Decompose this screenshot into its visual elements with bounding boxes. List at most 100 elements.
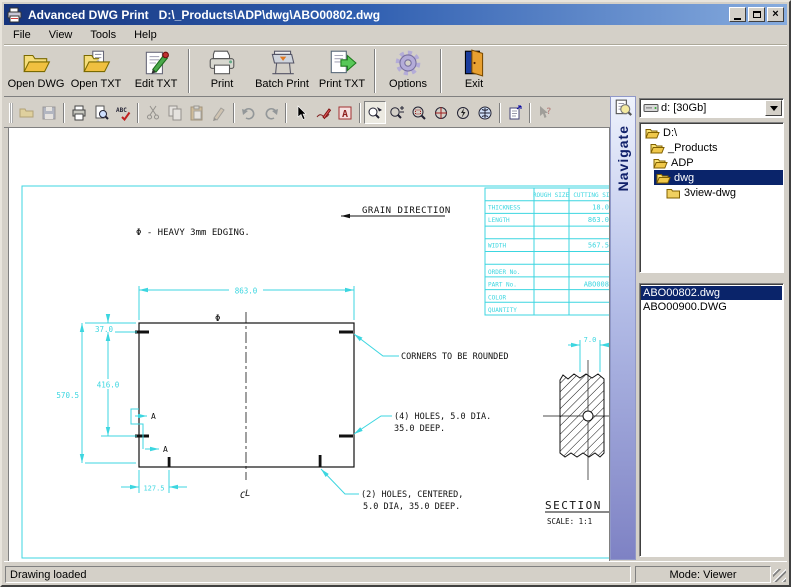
zoom-window-button[interactable]	[408, 101, 430, 124]
zoom-in-out-button[interactable]	[386, 101, 408, 124]
holes2-note: (2) HOLES, CENTERED, 5.0 DIA, 35.0 DEEP.	[321, 469, 463, 512]
svg-text:416.0: 416.0	[97, 381, 120, 390]
menu-tools[interactable]: Tools	[81, 27, 125, 43]
svg-text:CORNERS TO BE ROUNDED: CORNERS TO BE ROUNDED	[401, 352, 508, 362]
toolbar-separator	[137, 103, 139, 123]
menu-view[interactable]: View	[40, 27, 82, 43]
svg-text:THICKNESS: THICKNESS	[488, 205, 521, 212]
svg-text:GRAIN DIRECTION: GRAIN DIRECTION	[362, 206, 451, 216]
print-txt-label: Print TXT	[319, 78, 365, 90]
dimension-top-offset: 37.0	[92, 314, 137, 341]
options-button[interactable]: Options	[378, 46, 438, 96]
cut-button[interactable]	[142, 101, 164, 124]
spell-check-button[interactable]: ABC	[112, 101, 134, 124]
edit-txt-label: Edit TXT	[135, 78, 178, 90]
file-item-selected[interactable]: ABO00802.dwg	[641, 286, 782, 300]
copy-icon	[167, 105, 183, 121]
print-small-button[interactable]	[68, 101, 90, 124]
sheet-border	[22, 186, 609, 558]
menu-file[interactable]: File	[4, 27, 40, 43]
print-txt-button[interactable]: Print TXT	[312, 46, 372, 96]
paste-icon	[189, 105, 205, 121]
toolbar-grip[interactable]	[9, 103, 13, 123]
zoom-previous-icon	[455, 105, 471, 121]
tree-item-3view-dwg[interactable]: 3view-dwg	[640, 185, 783, 200]
resize-grip[interactable]	[773, 569, 786, 582]
section-view: 7.0 SECTION A SCALE: 1:1	[543, 336, 609, 526]
exit-button[interactable]: Exit	[444, 46, 504, 96]
tree-item-adp[interactable]: ADP	[640, 155, 783, 170]
print-button[interactable]: Print	[192, 46, 252, 96]
status-mode: Mode: Viewer	[635, 566, 771, 583]
draw-pen-icon	[315, 105, 331, 121]
tree-item-dwg-selected[interactable]: dwg	[640, 170, 783, 185]
open-button[interactable]	[16, 101, 38, 124]
print-icon	[71, 105, 87, 121]
navigate-tab[interactable]: Navigate	[610, 96, 636, 560]
svg-text:570.5: 570.5	[56, 391, 79, 400]
tree-item-products[interactable]: _Products	[640, 140, 783, 155]
context-help-button[interactable]: ?	[534, 101, 556, 124]
svg-text:L: L	[245, 489, 250, 499]
edging-note: Φ - HEAVY 3mm EDGING.	[136, 228, 250, 238]
app-window: Advanced DWG Print D:\_Products\ADP\dwg\…	[0, 0, 791, 587]
undo-button[interactable]	[238, 101, 260, 124]
paste-button[interactable]	[186, 101, 208, 124]
dimension-height: 570.5	[56, 323, 136, 463]
edit-txt-button[interactable]: Edit TXT	[126, 46, 186, 96]
chevron-down-icon	[770, 106, 778, 111]
properties-button[interactable]	[504, 101, 526, 124]
file-item[interactable]: ABO00900.DWG	[641, 300, 782, 314]
batch-print-button[interactable]: Batch Print	[252, 46, 312, 96]
maximize-button[interactable]	[748, 7, 765, 22]
select-tool-button[interactable]	[290, 101, 312, 124]
plotter-icon	[267, 49, 297, 77]
print-label: Print	[211, 78, 234, 90]
zoom-realtime-icon	[367, 105, 383, 121]
closed-folder-icon	[666, 187, 681, 199]
svg-text:567.5: 567.5	[588, 242, 609, 250]
draw-tool-button[interactable]	[312, 101, 334, 124]
menu-bar: File View Tools Help	[4, 25, 787, 45]
open-txt-button[interactable]: Open TXT	[66, 46, 126, 96]
pan-button[interactable]	[474, 101, 496, 124]
zoom-previous-button[interactable]	[452, 101, 474, 124]
open-dwg-button[interactable]: Open DWG	[6, 46, 66, 96]
close-button[interactable]: ×	[767, 7, 784, 22]
toolbar-separator	[188, 49, 190, 93]
zoom-in-out-icon	[389, 105, 405, 121]
dimension-inner-height: 416.0	[91, 332, 137, 436]
section-title: SECTION A	[545, 499, 609, 512]
svg-text:ROUGH SIZE: ROUGH SIZE	[533, 192, 570, 199]
minimize-button[interactable]	[729, 7, 746, 22]
format-brush-icon	[211, 105, 227, 121]
print-text-icon	[327, 49, 357, 77]
app-icon	[7, 7, 23, 23]
svg-text:CUTTING SIZE: CUTTING SIZE	[573, 192, 609, 199]
drive-selector[interactable]: d: [30Gb]	[639, 98, 784, 118]
drawing-canvas[interactable]: ROUGH SIZE CUTTING SIZE THICKNESS 18.0 L…	[8, 127, 610, 565]
svg-text:(4) HOLES, 5.0 DIA.: (4) HOLES, 5.0 DIA.	[394, 412, 491, 422]
drive-value: d: [30Gb]	[661, 102, 765, 114]
print-preview-button[interactable]	[90, 101, 112, 124]
svg-text:COLOR: COLOR	[488, 294, 506, 301]
redo-button[interactable]	[260, 101, 282, 124]
svg-text:863.0: 863.0	[235, 287, 258, 296]
svg-text:35.0 DEEP.: 35.0 DEEP.	[394, 424, 445, 434]
open-text-folder-icon	[81, 49, 111, 77]
tree-item-root[interactable]: D:\	[640, 125, 783, 140]
menu-help[interactable]: Help	[125, 27, 166, 43]
open-icon	[19, 105, 35, 121]
svg-text:18.0: 18.0	[592, 204, 609, 212]
save-button[interactable]	[38, 101, 60, 124]
grain-direction-note: GRAIN DIRECTION	[341, 206, 451, 216]
zoom-extents-button[interactable]	[430, 101, 452, 124]
section-scale: SCALE: 1:1	[547, 517, 592, 526]
svg-text:A: A	[342, 109, 348, 120]
drive-dropdown-button[interactable]	[765, 100, 782, 116]
text-tool-button[interactable]: A	[334, 101, 356, 124]
zoom-realtime-button[interactable]	[364, 101, 386, 124]
format-brush-button[interactable]	[208, 101, 230, 124]
open-folder-icon	[21, 49, 51, 77]
copy-button[interactable]	[164, 101, 186, 124]
